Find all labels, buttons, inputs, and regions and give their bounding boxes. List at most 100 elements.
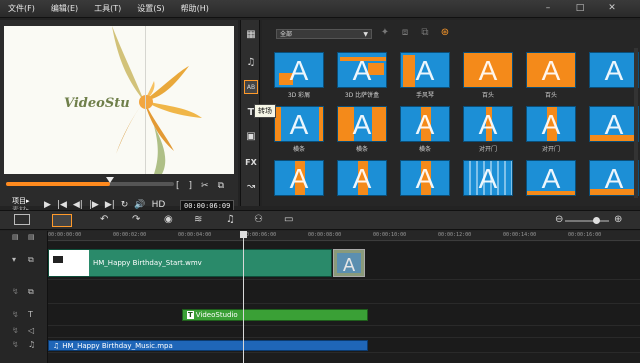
transition-thumbnail-letter: A	[541, 55, 561, 86]
scrubber[interactable]	[6, 177, 174, 186]
record-capture-icon[interactable]: ◉	[164, 214, 173, 225]
path-icon[interactable]: ↝	[244, 180, 258, 194]
track-manager-icon[interactable]: ▤	[12, 233, 19, 241]
storyboard-view-button[interactable]	[14, 214, 30, 225]
transition-thumbnail-letter: A	[604, 109, 624, 140]
link-icon[interactable]: ↯	[12, 326, 19, 335]
subtitle-editor-icon[interactable]: ▭	[284, 214, 293, 225]
volume-icon[interactable]: 🔊	[134, 200, 145, 210]
voice-track-icon[interactable]: ◁	[28, 326, 34, 335]
playhead-handle[interactable]	[240, 231, 247, 238]
library-scrollbar[interactable]	[634, 48, 638, 198]
audio-mixer-icon[interactable]: ≋	[194, 214, 202, 225]
transition-thumbnail[interactable]: A	[589, 160, 639, 196]
instant-project-icon[interactable]: ♫	[244, 56, 258, 70]
transition-thumbnail[interactable]: A	[337, 160, 387, 196]
mark-out-button[interactable]: ]	[189, 181, 193, 191]
transition-thumbnail[interactable]: A	[400, 160, 450, 196]
minimize-icon[interactable]: –	[542, 3, 554, 13]
auto-music-icon[interactable]: ♫	[226, 214, 235, 225]
transition-thumbnail[interactable]: A	[463, 52, 513, 88]
music-badge: ♫	[53, 342, 60, 350]
track-visible-icon[interactable]: ▾	[12, 255, 16, 264]
timeline-view-button[interactable]	[52, 214, 72, 227]
split-clip-button[interactable]: ✂	[201, 181, 209, 191]
zoom-out-icon[interactable]: ⊖	[555, 214, 563, 225]
time-ruler[interactable]: 00:00:00:00 00:00:02:00 00:00:04:00 00:00:0…	[48, 231, 640, 241]
zoom-in-icon[interactable]: ⊕	[614, 214, 622, 225]
transition-clip[interactable]: A	[333, 249, 365, 277]
transition-thumbnail[interactable]: A	[274, 52, 324, 88]
menu-bar: 文件(F) 编辑(E) 工具(T) 设置(S) 帮助(H) – □ ✕	[0, 0, 640, 18]
transition-thumbnail[interactable]: A	[463, 160, 513, 196]
transition-thumbnail-letter: A	[352, 163, 372, 194]
transition-icon[interactable]: AB	[244, 80, 258, 94]
transition-thumbnail[interactable]: A	[589, 52, 639, 88]
playhead[interactable]	[240, 231, 247, 363]
link-icon[interactable]: ↯	[12, 340, 19, 349]
close-icon[interactable]: ✕	[606, 3, 618, 13]
motion-track-icon[interactable]: ⚇	[254, 214, 263, 225]
apply-to-video-icon[interactable]: ⧈	[398, 27, 412, 40]
video-clip-thumbnail	[49, 250, 89, 276]
link-icon[interactable]: ↯	[12, 287, 19, 296]
next-frame-button[interactable]: |▶	[89, 200, 99, 210]
link-icon[interactable]: ↯	[12, 310, 19, 319]
menu-file[interactable]: 文件(F)	[8, 3, 35, 14]
undo-icon[interactable]: ↶	[100, 214, 108, 225]
maximize-icon[interactable]: □	[574, 3, 586, 13]
media-icon[interactable]: ▦	[244, 28, 258, 42]
transition-thumbnail[interactable]: A	[274, 106, 324, 142]
menu-settings[interactable]: 设置(S)	[137, 3, 164, 14]
mark-in-button[interactable]: [	[176, 181, 180, 191]
playback-controls: ▶ |◀ ◀| |▶ ▶| ↻ 🔊 HD	[44, 200, 171, 210]
menu-edit[interactable]: 编辑(E)	[51, 3, 78, 14]
transition-thumbnail-label: 横条	[355, 146, 368, 153]
transition-thumbnail-label: 3D 彩屑	[287, 92, 311, 99]
scrubber-knob[interactable]	[106, 177, 115, 183]
zoom-knob[interactable]	[593, 217, 600, 224]
title-clip-label: VideoStudio	[195, 311, 238, 319]
transition-thumbnail[interactable]: A	[337, 106, 387, 142]
enlarge-preview-button[interactable]: ⧉	[218, 181, 224, 191]
transition-thumbnail[interactable]: A	[526, 52, 576, 88]
menu-tools[interactable]: 工具(T)	[94, 3, 121, 14]
get-more-content-icon[interactable]: ⊛	[438, 27, 452, 40]
add-favorite-icon[interactable]: ✦	[378, 27, 392, 40]
transition-thumbnail[interactable]: A	[463, 106, 513, 142]
transition-thumbnail[interactable]: A	[589, 106, 639, 142]
apply-to-audio-icon[interactable]: ⧉	[418, 27, 432, 40]
filter-icon[interactable]: FX	[244, 156, 258, 170]
track-headers: ▤ ▤ ▾ ⧉ ↯ ⧉ ↯ T ↯ ◁ ↯ ♫	[0, 231, 48, 363]
ruler-tick-label: 00:00:02:00	[113, 232, 147, 238]
transition-thumbnail[interactable]: A	[526, 160, 576, 196]
repeat-button[interactable]: ↻	[121, 200, 129, 210]
title-clip[interactable]: T VideoStudio	[182, 309, 368, 321]
transition-thumbnail[interactable]: A	[337, 52, 387, 88]
transition-thumbnail[interactable]: A	[400, 52, 450, 88]
play-button[interactable]: ▶	[44, 200, 51, 210]
add-track-icon[interactable]: ▤	[28, 233, 35, 241]
hd-toggle[interactable]: HD	[152, 200, 166, 210]
video-clip[interactable]: HM_Happy Birthday_Start.wmv	[48, 249, 332, 277]
transition-thumbnail[interactable]: A	[526, 106, 576, 142]
transition-thumbnail[interactable]: A	[400, 106, 450, 142]
overlay-track-icon[interactable]: ⧉	[28, 287, 34, 297]
video-track-icon[interactable]: ⧉	[28, 255, 34, 265]
gallery-dropdown[interactable]: 全部 ▼	[276, 29, 372, 39]
graphic-icon[interactable]: ▣	[244, 130, 258, 144]
end-button[interactable]: ▶|	[105, 200, 115, 210]
menu-help[interactable]: 帮助(H)	[181, 3, 209, 14]
home-button[interactable]: |◀	[57, 200, 67, 210]
transition-thumbnail[interactable]: A	[274, 160, 324, 196]
music-track-icon[interactable]: ♫	[28, 340, 35, 349]
mode-project[interactable]: 项目▸	[12, 197, 30, 206]
title-track-icon[interactable]: T	[28, 310, 33, 319]
zoom-slider[interactable]	[565, 217, 609, 224]
transition-thumbnail-label: 对开门	[541, 146, 560, 153]
redo-icon[interactable]: ↷	[132, 214, 140, 225]
transition-thumbnail-label: 横条	[292, 146, 305, 153]
music-clip[interactable]: ♫ HM_Happy Birthday_Music.mpa	[48, 340, 368, 351]
previous-frame-button[interactable]: ◀|	[73, 200, 83, 210]
overlay-track-lane	[48, 280, 640, 304]
